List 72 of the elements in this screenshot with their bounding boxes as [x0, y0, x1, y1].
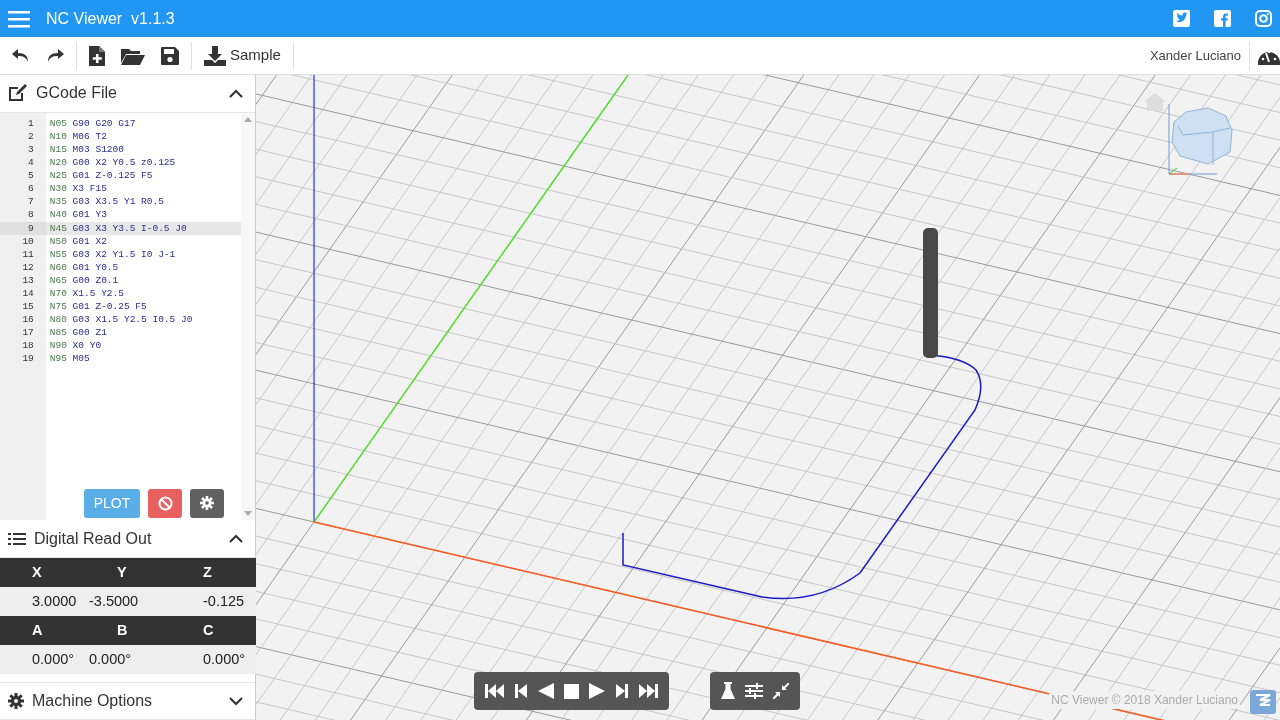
settings-button[interactable] [190, 488, 224, 518]
axis-label: Z [203, 558, 256, 588]
line-number: 7 [27, 195, 35, 209]
ban-icon [157, 495, 173, 511]
line-number: 14 [21, 287, 35, 301]
code-line[interactable]: N35 G03 X3.5 Y1 R0.5 [45, 195, 242, 209]
line-number: 9 [0, 221, 46, 235]
user-name[interactable]: Xander Luciano [1149, 45, 1241, 66]
code-line[interactable]: N25 G01 Z-0.125 F5 [45, 169, 242, 183]
copyright-text: NC Viewer © 2018 Xander Luciano [1049, 691, 1240, 709]
axis-value: 0.000° [0, 645, 86, 675]
code-line[interactable]: N50 G01 X2 [45, 234, 242, 248]
expand-chevron-icon[interactable] [229, 696, 243, 706]
axis-label: C [203, 616, 256, 646]
code-line[interactable]: N30 X3 F15 [45, 182, 242, 196]
axis-label: X [0, 558, 86, 588]
gear-icon [8, 693, 24, 710]
panel-title[interactable]: GCode File [36, 81, 117, 106]
line-number: 16 [21, 313, 35, 327]
line-number: 17 [21, 326, 35, 340]
app-title: NC Viewer v1.1.3 [46, 8, 175, 29]
line-number: 10 [21, 234, 35, 248]
line-number: 6 [27, 182, 35, 196]
twitter-icon[interactable] [1173, 10, 1190, 27]
panel-title[interactable]: Machine Options [32, 689, 153, 714]
code-line[interactable]: N55 G03 X2 Y1.5 I0 J-1 [45, 247, 242, 261]
edit-icon [8, 84, 28, 103]
code-line[interactable]: N90 X0 Y0 [45, 339, 242, 353]
line-number: 5 [27, 169, 35, 183]
collapse-chevron-icon[interactable] [229, 534, 243, 544]
axis-label: B [86, 616, 203, 646]
code-line[interactable]: N60 G01 Y0.5 [45, 260, 242, 274]
line-number: 1 [27, 116, 35, 130]
line-number: 12 [21, 260, 35, 274]
facebook-icon[interactable] [1214, 10, 1231, 27]
axis-value: 0.000° [86, 645, 203, 675]
code-line[interactable]: N40 G01 Y3 [45, 208, 242, 222]
download-icon [204, 45, 226, 66]
code-line[interactable]: N05 G90 G20 G17 [45, 116, 242, 130]
line-number: 11 [21, 247, 35, 261]
code-line[interactable]: N80 G03 X1.5 Y2.5 I0.5 J0 [45, 313, 242, 327]
panel-title[interactable]: Digital Read Out [34, 526, 152, 551]
collapse-chevron-icon[interactable] [229, 88, 243, 98]
axis-value: 0.000° [203, 645, 256, 675]
line-number: 13 [21, 273, 35, 287]
code-line[interactable]: N65 G00 Z0.1 [45, 273, 242, 287]
code-line[interactable]: N70 X1.5 Y2.5 [45, 287, 242, 301]
axis-value: -0.125 [203, 587, 256, 617]
line-number: 18 [21, 339, 35, 353]
gear-icon [200, 496, 214, 511]
instagram-icon[interactable] [1255, 10, 1272, 27]
code-line[interactable]: N20 G00 X2 Y0.5 z0.125 [45, 156, 242, 170]
code-line[interactable]: N15 M03 S1200 [45, 142, 242, 157]
list-icon [8, 531, 26, 546]
sample-button[interactable]: Sample [196, 40, 289, 71]
code-line[interactable]: N95 M05 [45, 352, 242, 366]
line-number: 8 [27, 208, 35, 222]
line-number: 2 [27, 129, 35, 143]
code-line[interactable]: N85 G00 Z1 [45, 326, 242, 340]
scroll-up-icon [244, 116, 252, 122]
axis-label: A [0, 616, 86, 646]
line-number: 3 [27, 142, 35, 157]
line-number: 15 [21, 300, 35, 314]
axis-value: -3.5000 [86, 587, 203, 617]
line-number: 19 [21, 352, 35, 366]
code-line[interactable]: N75 G01 Z-0.25 F5 [45, 300, 242, 314]
code-line[interactable]: N10 M06 T2 [45, 129, 242, 143]
clear-button[interactable] [148, 488, 182, 518]
axis-label: Y [86, 558, 203, 588]
axis-value: 3.0000 [0, 587, 86, 617]
line-number: 4 [27, 156, 35, 170]
scroll-down-icon [244, 511, 252, 517]
